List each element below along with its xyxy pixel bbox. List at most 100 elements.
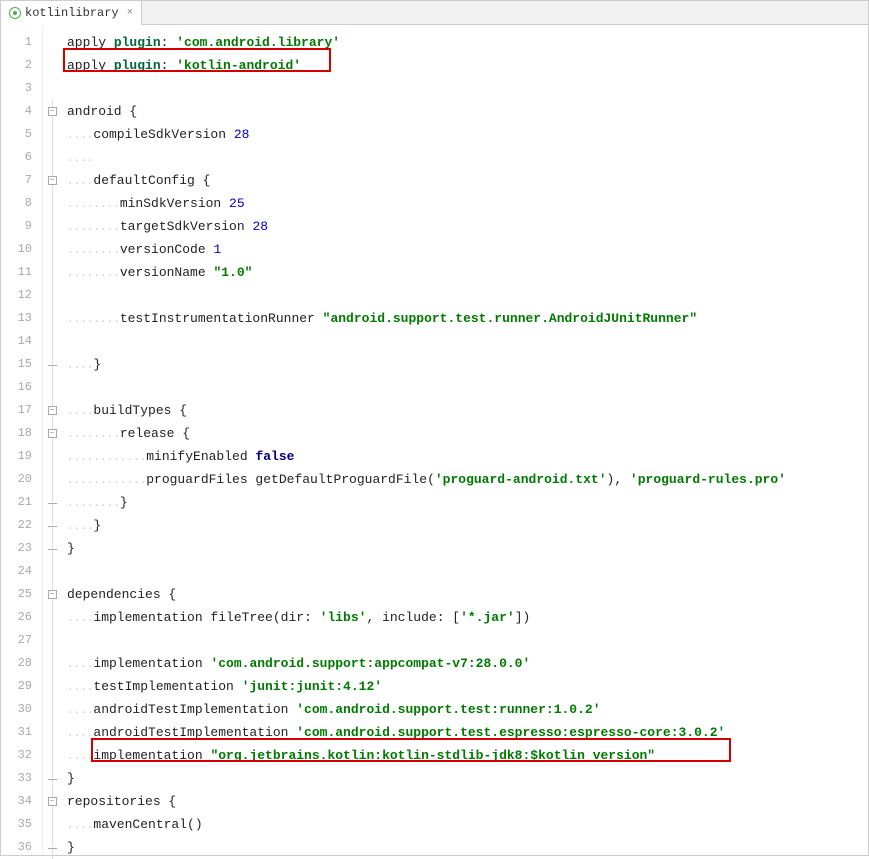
line-number: 27	[1, 629, 42, 652]
fold-marker	[43, 330, 61, 353]
line-number: 20	[1, 468, 42, 491]
code-line: }	[61, 767, 868, 790]
line-number: 33	[1, 767, 42, 790]
code-line: ....compileSdkVersion 28	[61, 123, 868, 146]
fold-marker	[43, 445, 61, 468]
fold-marker	[43, 675, 61, 698]
fold-marker	[43, 77, 61, 100]
line-number: 13	[1, 307, 42, 330]
code-line: ....implementation 'com.android.support:…	[61, 652, 868, 675]
line-number: 17	[1, 399, 42, 422]
code-line: android {	[61, 100, 868, 123]
fold-marker[interactable]: −	[43, 790, 61, 813]
line-number: 9	[1, 215, 42, 238]
line-number: 21	[1, 491, 42, 514]
fold-marker	[43, 31, 61, 54]
code-line: ....defaultConfig {	[61, 169, 868, 192]
code-line: apply plugin: 'com.android.library'	[61, 31, 868, 54]
line-number: 19	[1, 445, 42, 468]
line-number: 24	[1, 560, 42, 583]
code-line: apply plugin: 'kotlin-android'	[61, 54, 868, 77]
fold-marker[interactable]: −	[43, 399, 61, 422]
code-line: ........testInstrumentationRunner "andro…	[61, 307, 868, 330]
code-line: ....implementation "org.jetbrains.kotlin…	[61, 744, 868, 767]
fold-marker[interactable]: −	[43, 583, 61, 606]
code-line	[61, 330, 868, 353]
line-number: 4	[1, 100, 42, 123]
code-line: ............proguardFiles getDefaultProg…	[61, 468, 868, 491]
fold-marker	[43, 767, 61, 790]
code-line: ....mavenCentral()	[61, 813, 868, 836]
code-line	[61, 77, 868, 100]
fold-marker[interactable]: −	[43, 100, 61, 123]
code-area[interactable]: apply plugin: 'com.android.library' appl…	[61, 25, 868, 855]
fold-marker	[43, 353, 61, 376]
line-number: 2	[1, 54, 42, 77]
line-number: 31	[1, 721, 42, 744]
line-number: 1	[1, 31, 42, 54]
file-tab[interactable]: kotlinlibrary ×	[1, 1, 142, 25]
code-line: ....	[61, 146, 868, 169]
line-number: 28	[1, 652, 42, 675]
line-number: 16	[1, 376, 42, 399]
tab-label: kotlinlibrary	[25, 6, 119, 20]
line-number: 15	[1, 353, 42, 376]
code-line: repositories {	[61, 790, 868, 813]
fold-marker	[43, 491, 61, 514]
fold-marker	[43, 376, 61, 399]
line-number: 7	[1, 169, 42, 192]
fold-marker	[43, 238, 61, 261]
line-number: 25	[1, 583, 42, 606]
fold-marker[interactable]: −	[43, 422, 61, 445]
fold-marker	[43, 146, 61, 169]
fold-marker	[43, 284, 61, 307]
code-line: ........versionCode 1	[61, 238, 868, 261]
line-number: 3	[1, 77, 42, 100]
line-number: 32	[1, 744, 42, 767]
code-line: ........minSdkVersion 25	[61, 192, 868, 215]
fold-marker	[43, 744, 61, 767]
fold-marker	[43, 606, 61, 629]
fold-marker	[43, 721, 61, 744]
close-icon[interactable]: ×	[127, 7, 134, 19]
tab-bar: kotlinlibrary ×	[1, 1, 868, 25]
code-line: ....buildTypes {	[61, 399, 868, 422]
fold-marker	[43, 514, 61, 537]
fold-marker[interactable]: −	[43, 169, 61, 192]
code-line: ........targetSdkVersion 28	[61, 215, 868, 238]
fold-marker	[43, 54, 61, 77]
code-line: ....}	[61, 353, 868, 376]
fold-marker	[43, 468, 61, 491]
line-number: 8	[1, 192, 42, 215]
code-line	[61, 560, 868, 583]
line-number: 30	[1, 698, 42, 721]
code-line: ....testImplementation 'junit:junit:4.12…	[61, 675, 868, 698]
line-number: 14	[1, 330, 42, 353]
line-number: 22	[1, 514, 42, 537]
fold-marker	[43, 560, 61, 583]
code-line: ........release {	[61, 422, 868, 445]
fold-marker	[43, 261, 61, 284]
fold-marker	[43, 537, 61, 560]
line-number: 12	[1, 284, 42, 307]
line-number: 29	[1, 675, 42, 698]
line-number-gutter: 1234567891011121314151617181920212223242…	[1, 25, 43, 855]
fold-marker	[43, 307, 61, 330]
code-line: ....}	[61, 514, 868, 537]
fold-marker	[43, 698, 61, 721]
code-line	[61, 629, 868, 652]
fold-marker	[43, 192, 61, 215]
line-number: 6	[1, 146, 42, 169]
code-line	[61, 376, 868, 399]
code-editor[interactable]: 1234567891011121314151617181920212223242…	[1, 25, 868, 855]
fold-marker	[43, 629, 61, 652]
code-line: ....androidTestImplementation 'com.andro…	[61, 721, 868, 744]
fold-marker	[43, 123, 61, 146]
line-number: 18	[1, 422, 42, 445]
fold-marker	[43, 813, 61, 836]
code-line: ........versionName "1.0"	[61, 261, 868, 284]
code-line	[61, 284, 868, 307]
code-line: ....androidTestImplementation 'com.andro…	[61, 698, 868, 721]
line-number: 26	[1, 606, 42, 629]
code-line: }	[61, 537, 868, 560]
